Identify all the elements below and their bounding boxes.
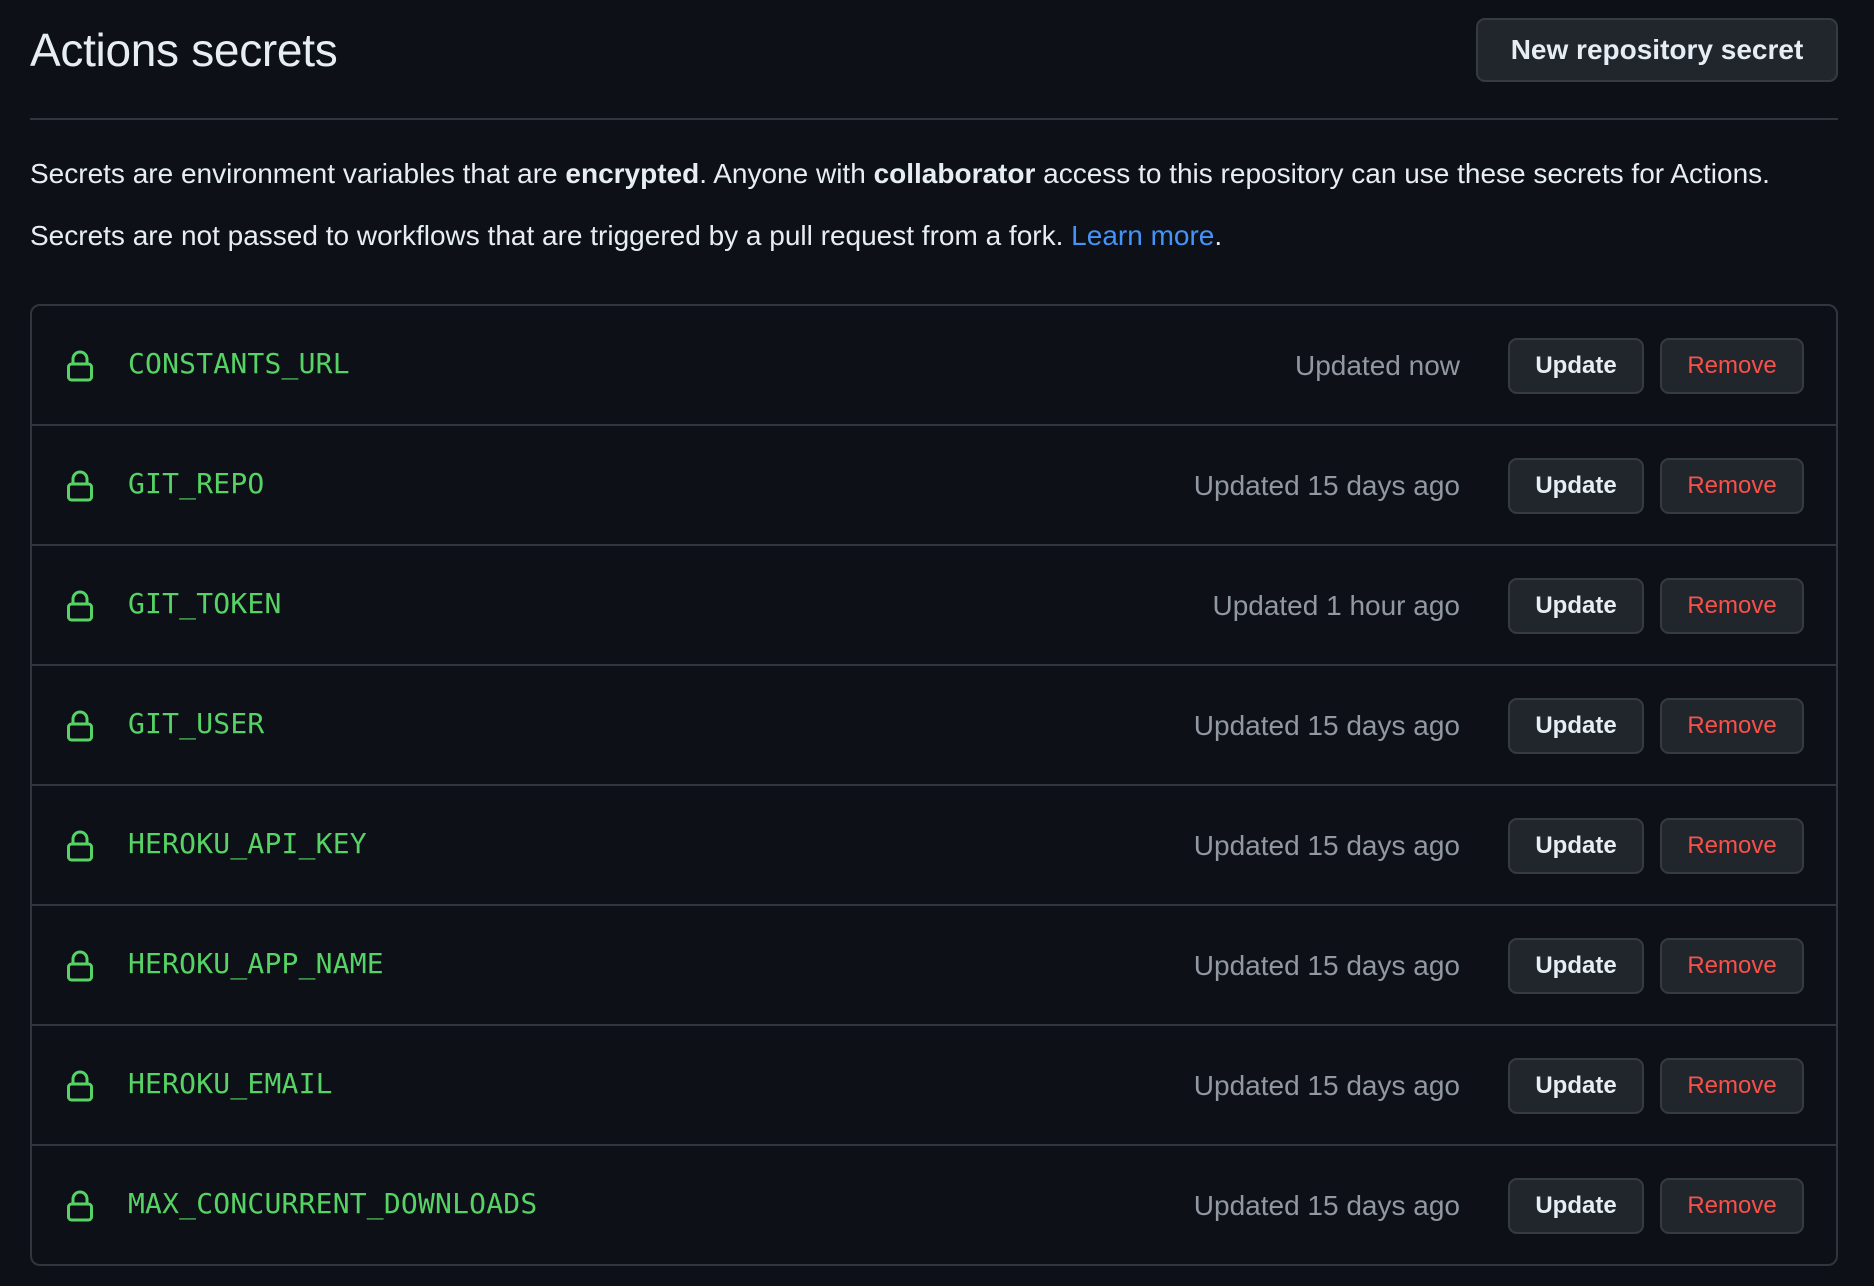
remove-secret-button[interactable]: Remove <box>1660 338 1804 394</box>
remove-secret-button[interactable]: Remove <box>1660 818 1804 874</box>
update-secret-button[interactable]: Update <box>1508 1058 1644 1114</box>
remove-secret-button[interactable]: Remove <box>1660 938 1804 994</box>
remove-secret-button[interactable]: Remove <box>1660 1058 1804 1114</box>
secret-updated-time: Updated 15 days ago <box>1193 470 1460 501</box>
page-header: Actions secrets New repository secret <box>30 0 1838 120</box>
update-secret-button[interactable]: Update <box>1508 818 1644 874</box>
secret-row: CONSTANTS_URL Updated now Update Remove <box>32 306 1836 426</box>
new-repository-secret-button[interactable]: New repository secret <box>1476 18 1838 82</box>
encrypted-text: encrypted <box>565 158 700 189</box>
secret-name: GIT_TOKEN <box>128 587 282 620</box>
secret-name: HEROKU_API_KEY <box>128 827 367 860</box>
secrets-list: CONSTANTS_URL Updated now Update Remove … <box>30 304 1838 1266</box>
remove-secret-button[interactable]: Remove <box>1660 698 1804 754</box>
description-line-1: Secrets are environment variables that a… <box>30 156 1770 192</box>
secret-updated-time: Updated now <box>1294 350 1460 381</box>
lock-icon <box>66 1190 94 1222</box>
secret-row: GIT_REPO Updated 15 days ago Update Remo… <box>32 426 1836 546</box>
update-secret-button[interactable]: Update <box>1508 338 1644 394</box>
actions-secrets-page: Actions secrets New repository secret Se… <box>30 0 1838 1266</box>
description-text: access to this repository can use these … <box>1035 158 1770 189</box>
secret-name: CONSTANTS_URL <box>128 347 350 380</box>
description-text: Secrets are not passed to workflows that… <box>30 220 1072 251</box>
update-secret-button[interactable]: Update <box>1508 1178 1644 1234</box>
secret-updated-time: Updated 15 days ago <box>1193 830 1460 861</box>
secret-row: GIT_USER Updated 15 days ago Update Remo… <box>32 666 1836 786</box>
lock-icon <box>66 950 94 982</box>
secret-name: HEROKU_APP_NAME <box>128 947 384 980</box>
remove-secret-button[interactable]: Remove <box>1660 578 1804 634</box>
secret-row: HEROKU_EMAIL Updated 15 days ago Update … <box>32 1026 1836 1146</box>
remove-secret-button[interactable]: Remove <box>1660 1178 1804 1234</box>
secret-updated-time: Updated 15 days ago <box>1193 1190 1460 1221</box>
secret-row: MAX_CONCURRENT_DOWNLOADS Updated 15 days… <box>32 1146 1836 1264</box>
secret-name: MAX_CONCURRENT_DOWNLOADS <box>128 1187 538 1220</box>
update-secret-button[interactable]: Update <box>1508 938 1644 994</box>
description-period: . <box>1214 220 1223 251</box>
secret-updated-time: Updated 15 days ago <box>1193 710 1460 741</box>
description-text: . Anyone with <box>699 158 874 189</box>
lock-icon <box>66 350 94 382</box>
lock-icon <box>66 1070 94 1102</box>
secret-updated-time: Updated 15 days ago <box>1193 1070 1460 1101</box>
update-secret-button[interactable]: Update <box>1508 578 1644 634</box>
secret-row: HEROKU_APP_NAME Updated 15 days ago Upda… <box>32 906 1836 1026</box>
secret-updated-time: Updated 1 hour ago <box>1212 590 1460 621</box>
description-text: Secrets are environment variables that a… <box>30 158 566 189</box>
lock-icon <box>66 710 94 742</box>
description-line-2: Secrets are not passed to workflows that… <box>30 218 1222 254</box>
secret-updated-time: Updated 15 days ago <box>1193 950 1460 981</box>
secret-row: GIT_TOKEN Updated 1 hour ago Update Remo… <box>32 546 1836 666</box>
collaborator-text: collaborator <box>873 158 1036 189</box>
lock-icon <box>66 470 94 502</box>
lock-icon <box>66 830 94 862</box>
update-secret-button[interactable]: Update <box>1508 458 1644 514</box>
remove-secret-button[interactable]: Remove <box>1660 458 1804 514</box>
lock-icon <box>66 590 94 622</box>
secret-row: HEROKU_API_KEY Updated 15 days ago Updat… <box>32 786 1836 906</box>
secret-name: HEROKU_EMAIL <box>128 1067 333 1100</box>
update-secret-button[interactable]: Update <box>1508 698 1644 754</box>
secret-name: GIT_USER <box>128 707 265 740</box>
page-title: Actions secrets <box>30 24 338 76</box>
secret-name: GIT_REPO <box>128 467 265 500</box>
learn-more-link[interactable]: Learn more <box>1071 220 1214 251</box>
